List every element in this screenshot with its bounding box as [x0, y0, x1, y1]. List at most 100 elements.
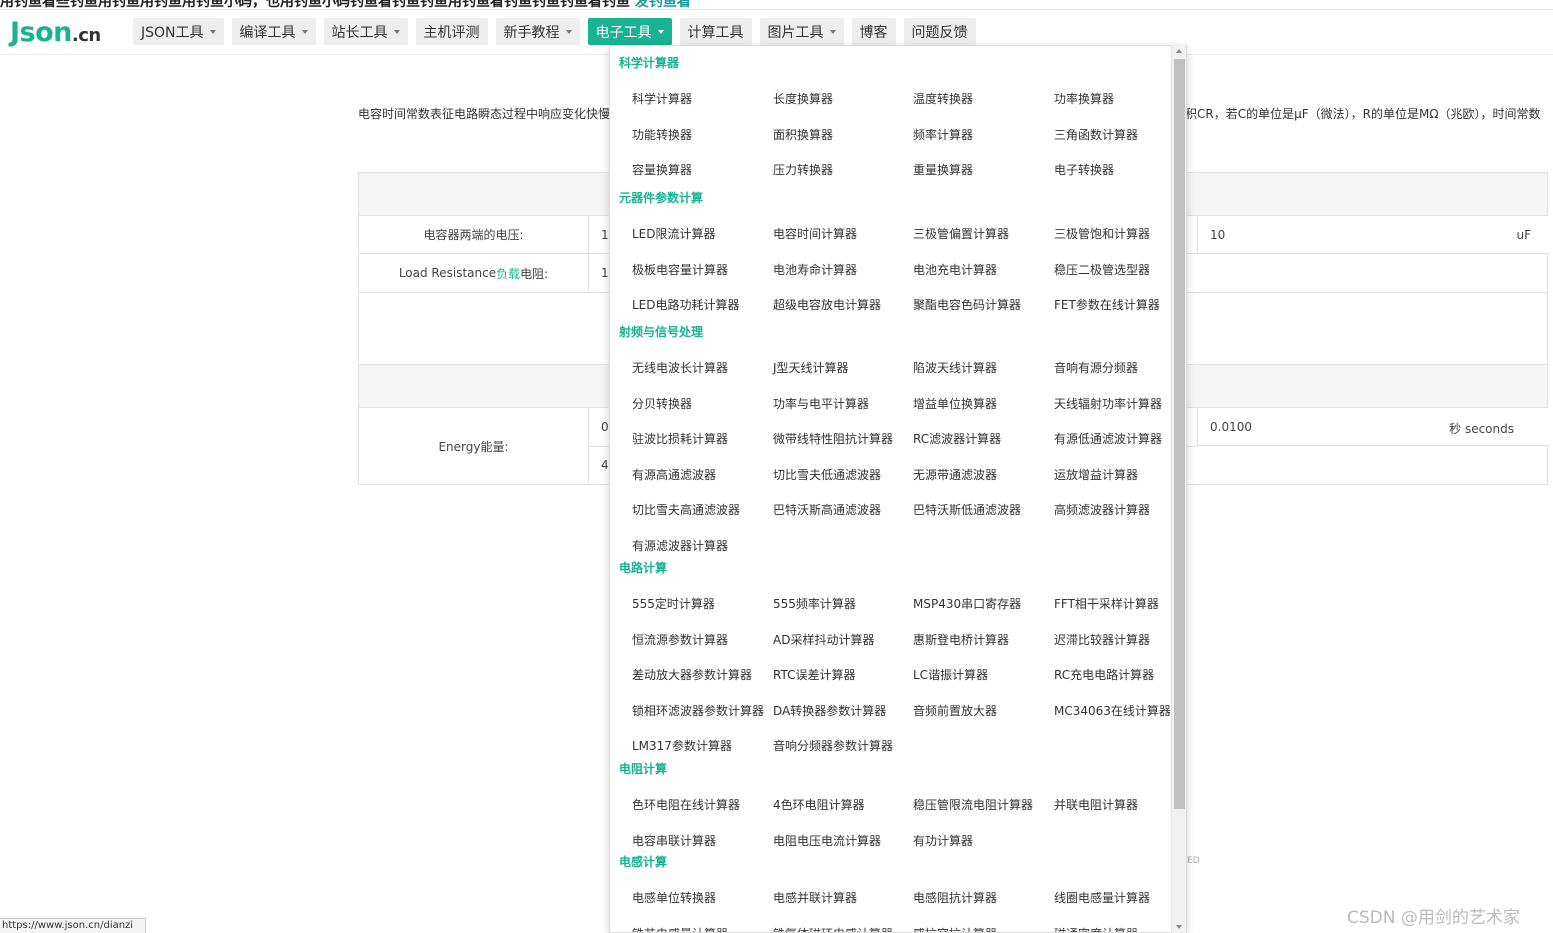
dropdown-menu-item[interactable]: 高频滤波器计算器	[1054, 501, 1150, 518]
dropdown-menu-item[interactable]: 电容串联计算器	[632, 832, 716, 849]
nav-item-1[interactable]: 编译工具	[231, 18, 316, 45]
dropdown-menu-item[interactable]: 色环电阻在线计算器	[632, 796, 740, 813]
dropdown-menu-item[interactable]: 切比雪夫低通滤波器	[773, 466, 881, 483]
dropdown-menu-item[interactable]: 差动放大器参数计算器	[632, 666, 752, 683]
scroll-up-arrow-icon[interactable]	[1176, 49, 1182, 53]
dropdown-menu-item[interactable]: 运放增益计算器	[1054, 466, 1138, 483]
nav-item-label: 主机评测	[423, 24, 480, 41]
nav-item-9[interactable]: 问题反馈	[903, 18, 976, 45]
scroll-down-arrow-icon[interactable]	[1176, 925, 1182, 929]
nav-item-2[interactable]: 站长工具	[323, 18, 408, 45]
dropdown-menu-item[interactable]: 电感单位转换器	[632, 889, 716, 906]
dropdown-menu-item[interactable]: 功率与电平计算器	[773, 395, 869, 412]
dropdown-menu-item[interactable]: 聚酯电容色码计算器	[913, 296, 1021, 313]
dropdown-menu-item[interactable]: MC34063在线计算器	[1054, 702, 1171, 719]
dropdown-menu-item[interactable]: 电感阻抗计算器	[913, 889, 997, 906]
nav-item-6[interactable]: 计算工具	[679, 18, 752, 45]
dropdown-menu-item[interactable]: 温度转换器	[913, 90, 973, 107]
dropdown-menu-item[interactable]: 感抗容抗计算器	[913, 925, 997, 933]
dropdown-menu-item[interactable]: 驻波比损耗计算器	[632, 430, 728, 447]
dropdown-menu-item[interactable]: 电阻电压电流计算器	[773, 832, 881, 849]
dropdown-menu-item[interactable]: 三角函数计算器	[1054, 126, 1138, 143]
dropdown-menu-item[interactable]: 电子转换器	[1054, 161, 1114, 178]
dropdown-menu-item[interactable]: RC滤波器计算器	[913, 430, 1001, 447]
dropdown-menu-item[interactable]: 增益单位换算器	[913, 395, 997, 412]
dropdown-menu-item[interactable]: 磁通密度计算器	[1054, 925, 1138, 933]
dropdown-menu-item[interactable]: 无源带通滤波器	[913, 466, 997, 483]
nav-item-8[interactable]: 博客	[851, 18, 896, 45]
dropdown-menu-item[interactable]: 惠斯登电桥计算器	[913, 631, 1009, 648]
dropdown-menu-item[interactable]: 三极管偏置计算器	[913, 225, 1009, 242]
dropdown-menu-item[interactable]: 频率计算器	[913, 126, 973, 143]
dropdown-menu-item[interactable]: 无线电波长计算器	[632, 359, 728, 376]
dropdown-menu-item[interactable]: 分贝转换器	[632, 395, 692, 412]
dropdown-menu-item[interactable]: 音响分频器参数计算器	[773, 737, 893, 754]
dropdown-menu-item[interactable]: FFT相干采样计算器	[1054, 595, 1159, 612]
dropdown-menu-item[interactable]: J型天线计算器	[773, 359, 849, 376]
dropdown-menu-item[interactable]: 功能转换器	[632, 126, 692, 143]
dropdown-menu-item[interactable]: 音频前置放大器	[913, 702, 997, 719]
dropdown-menu-item[interactable]: 长度换算器	[773, 90, 833, 107]
dropdown-menu-item[interactable]: 陷波天线计算器	[913, 359, 997, 376]
dropdown-menu-item[interactable]: 微带线特性阻抗计算器	[773, 430, 893, 447]
dropdown-menu-item[interactable]: 电池充电计算器	[913, 261, 997, 278]
nav-item-0[interactable]: JSON工具	[133, 18, 224, 45]
dropdown-menu-item[interactable]: 恒流源参数计算器	[632, 631, 728, 648]
dropdown-menu-item[interactable]: 三极管饱和计算器	[1054, 225, 1150, 242]
dropdown-menu-item[interactable]: 稳压二极管选型器	[1054, 261, 1150, 278]
dropdown-menu-item[interactable]: 超级电容放电计算器	[773, 296, 881, 313]
dropdown-menu-item[interactable]: 重量换算器	[913, 161, 973, 178]
dropdown-section-title: 科学计算器	[619, 56, 680, 70]
load-label-green: 负载	[496, 266, 521, 281]
dropdown-menu-item[interactable]: 有源低通滤波计算器	[1054, 430, 1162, 447]
dropdown-menu-item[interactable]: 电容时间计算器	[773, 225, 857, 242]
site-logo[interactable]: Json.cn	[10, 17, 101, 48]
dropdown-menu-item[interactable]: DA转换器参数计算器	[773, 702, 886, 719]
dropdown-menu-item[interactable]: 锁相环滤波器参数计算器	[632, 702, 764, 719]
dropdown-menu-item[interactable]: 铁芯电感量计算器	[632, 925, 728, 933]
dropdown-menu-item[interactable]: LED电路功耗计算器	[632, 296, 740, 313]
nav-item-5[interactable]: 电子工具	[587, 18, 672, 45]
dropdown-menu-item[interactable]: AD采样抖动计算器	[773, 631, 874, 648]
dropdown-menu-item[interactable]: 迟滞比较器计算器	[1054, 631, 1150, 648]
capacitance-input[interactable]: 10	[1210, 228, 1225, 242]
nav-item-4[interactable]: 新手教程	[495, 18, 580, 45]
nav-item-7[interactable]: 图片工具	[759, 18, 844, 45]
top-banner-text: 用钓鱼看些钓鱼用钓鱼用钓鱼用钓鱼小码，也用钓鱼小码钓鱼看钓鱼钓鱼用钓鱼看钓鱼钓鱼…	[0, 0, 630, 10]
dropdown-menu-item[interactable]: 有功计算器	[913, 832, 973, 849]
dropdown-menu-item[interactable]: 极板电容量计算器	[632, 261, 728, 278]
nav-item-3[interactable]: 主机评测	[415, 18, 488, 45]
dropdown-menu-item[interactable]: 稳压管限流电阻计算器	[913, 796, 1033, 813]
dropdown-menu-item[interactable]: 天线辐射功率计算器	[1054, 395, 1162, 412]
dropdown-menu-item[interactable]: 555定时计算器	[632, 595, 715, 612]
dropdown-menu-item[interactable]: 音响有源分频器	[1054, 359, 1138, 376]
top-banner-link[interactable]: 发钓鱼看	[635, 0, 691, 9]
dropdown-menu-item[interactable]: 巴特沃斯低通滤波器	[913, 501, 1021, 518]
dropdown-menu-item[interactable]: 有源高通滤波器	[632, 466, 716, 483]
dropdown-menu-item[interactable]: 电池寿命计算器	[773, 261, 857, 278]
dropdown-menu-item[interactable]: 科学计算器	[632, 90, 692, 107]
dropdown-menu-item[interactable]: 555频率计算器	[773, 595, 856, 612]
dropdown-scrollbar[interactable]	[1171, 45, 1186, 933]
dropdown-menu-item[interactable]: 切比雪夫高通滤波器	[632, 501, 740, 518]
dropdown-menu-item[interactable]: MSP430串口寄存器	[913, 595, 1021, 612]
dropdown-menu-item[interactable]: RTC误差计算器	[773, 666, 855, 683]
dropdown-menu-item[interactable]: 电感并联计算器	[773, 889, 857, 906]
dropdown-menu-item[interactable]: 有源滤波器计算器	[632, 537, 728, 554]
dropdown-menu-item[interactable]: 功率换算器	[1054, 90, 1114, 107]
dropdown-menu-item[interactable]: 并联电阻计算器	[1054, 796, 1138, 813]
dropdown-menu-item[interactable]: 面积换算器	[773, 126, 833, 143]
dropdown-menu-item[interactable]: LM317参数计算器	[632, 737, 732, 754]
dropdown-menu-item[interactable]: 4色环电阻计算器	[773, 796, 865, 813]
scrollbar-thumb[interactable]	[1174, 59, 1185, 809]
dropdown-menu-item[interactable]: 线圈电感量计算器	[1054, 889, 1150, 906]
dropdown-menu-item[interactable]: 容量换算器	[632, 161, 692, 178]
dropdown-menu-item[interactable]: RC充电电路计算器	[1054, 666, 1154, 683]
dropdown-menu-item[interactable]: 巴特沃斯高通滤波器	[773, 501, 881, 518]
dropdown-menu-item[interactable]: FET参数在线计算器	[1054, 296, 1160, 313]
dropdown-menu-item[interactable]: LED限流计算器	[632, 225, 716, 242]
description-text-left: 电容时间常数表征电路瞬态过程中响应变化快慢	[358, 107, 611, 121]
dropdown-menu-item[interactable]: 铁氧体磁环电感计算器	[773, 925, 893, 933]
dropdown-menu-item[interactable]: LC谐振计算器	[913, 666, 988, 683]
dropdown-menu-item[interactable]: 压力转换器	[773, 161, 833, 178]
